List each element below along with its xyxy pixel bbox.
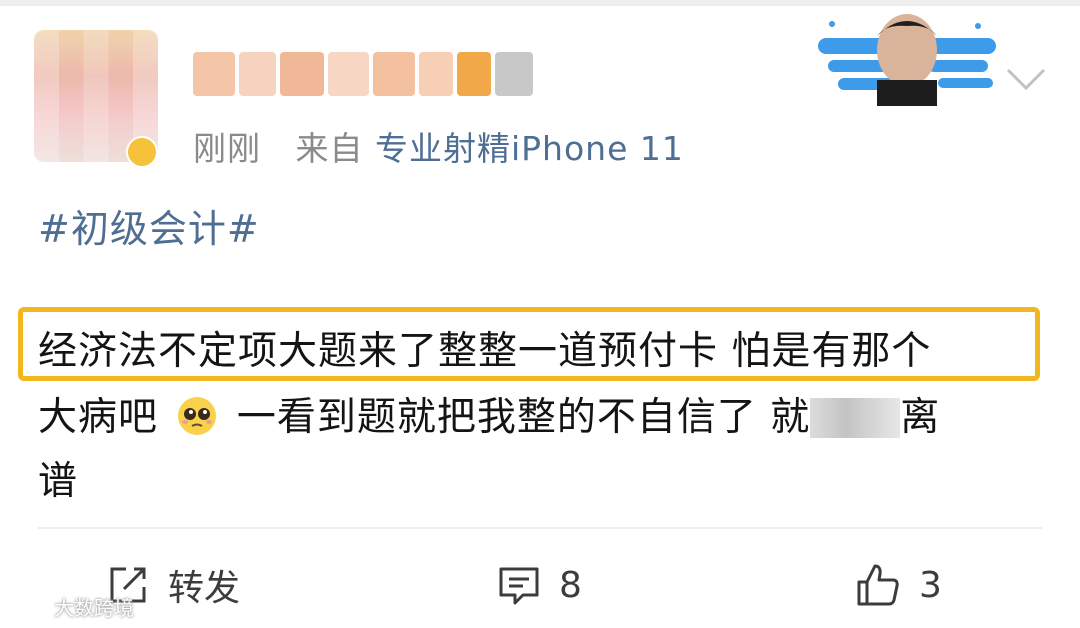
post-source[interactable]: 专业射精iPhone 11 [375,129,684,168]
topic-tag[interactable]: #初级会计# [38,198,260,253]
post-text-segment: 一看到题就把我整的不自信了 就 [236,395,811,440]
post-text-line-3: 谱 [38,459,79,504]
decoration-banner [818,14,996,106]
repost-label: 转发 [168,568,241,609]
post-text-segment: 大病吧 [38,395,159,440]
top-divider [0,0,1080,6]
comment-count: 8 [559,564,582,606]
comment-button[interactable]: 8 [497,560,582,610]
like-icon [857,564,899,606]
post-text-line-2: 大病吧 一看到题就把我整的不自信了 就 离 [38,386,940,442]
pleading-emoji-icon [178,397,217,435]
post-time: 刚刚 [193,129,261,168]
post-text-line-1: 经济法不定项大题来了整整一道预付卡 怕是有那个 [38,329,932,374]
source-prefix: 来自 [295,129,364,168]
post-meta: 刚刚 来自 专业射精iPhone 11 [193,122,684,170]
watermark-logo-icon [10,597,50,615]
like-count: 3 [919,564,942,606]
footer-divider [38,527,1042,529]
watermark: 大数跨境 [8,592,134,621]
like-button[interactable]: 3 [855,560,942,610]
chevron-down-icon[interactable] [1004,64,1048,94]
vip-badge [126,136,158,168]
comment-icon [499,567,539,605]
watermark-text: 大数跨境 [54,596,134,620]
redacted-text [810,398,901,438]
username-blurred[interactable] [193,52,533,104]
post-text-segment: 离 [900,395,941,440]
